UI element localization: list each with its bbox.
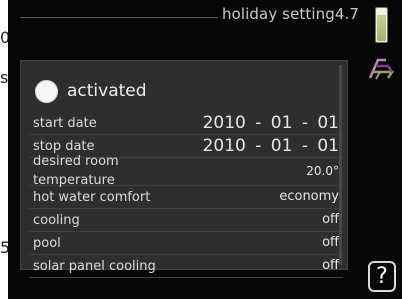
pool-row[interactable]: pool off — [29, 232, 343, 255]
desired-room-label: desired room — [33, 154, 119, 169]
margin-fragment: 0 — [0, 28, 11, 47]
activated-label: activated — [67, 81, 147, 101]
solar-panel-cooling-label: solar panel cooling — [33, 259, 156, 274]
help-icon[interactable]: ? — [368, 261, 396, 292]
hot-water-comfort-label: hot water comfort — [33, 190, 151, 205]
solar-panel-cooling-row[interactable]: solar panel cooling off — [29, 255, 343, 278]
cooling-value[interactable]: off — [322, 212, 339, 227]
pool-label: pool — [33, 236, 61, 251]
desired-room-temperature-value[interactable]: 20.0° — [306, 164, 339, 178]
start-date-value[interactable]: 2010 - 01 - 01 — [203, 113, 339, 133]
battery-level — [377, 15, 386, 41]
start-date-label: start date — [33, 116, 97, 131]
cooling-row[interactable]: cooling off — [29, 209, 343, 232]
margin-fragment: s — [0, 68, 9, 87]
deck-chair-icon — [368, 58, 395, 80]
scrollbar[interactable] — [339, 65, 342, 265]
holiday-settings-panel: activated start date 2010 - 01 - 01 stop… — [20, 60, 348, 278]
title-divider — [20, 17, 218, 18]
desired-room-temperature-row[interactable]: desired room temperature 20.0° — [29, 154, 343, 188]
solar-panel-cooling-value[interactable]: off — [322, 258, 339, 273]
page-title: holiday setting4.7 — [222, 5, 360, 23]
settings-list: start date 2010 - 01 - 01 stop date 2010… — [29, 112, 343, 278]
pool-value[interactable]: off — [322, 235, 339, 250]
hot-water-comfort-value[interactable]: economy — [279, 189, 339, 204]
stop-date-label: stop date — [33, 139, 95, 154]
stop-date-value[interactable]: 2010 - 01 - 01 — [203, 136, 339, 156]
margin-fragment: 5 — [0, 238, 11, 257]
battery-icon — [375, 7, 388, 43]
hot-water-comfort-row[interactable]: hot water comfort economy — [29, 186, 343, 209]
start-date-row[interactable]: start date 2010 - 01 - 01 — [29, 112, 343, 135]
activated-toggle[interactable]: activated — [35, 78, 147, 104]
cooling-label: cooling — [33, 213, 80, 228]
radio-button[interactable] — [35, 79, 58, 103]
heat-pump-display: holiday setting4.7 activated start date … — [8, 0, 402, 299]
